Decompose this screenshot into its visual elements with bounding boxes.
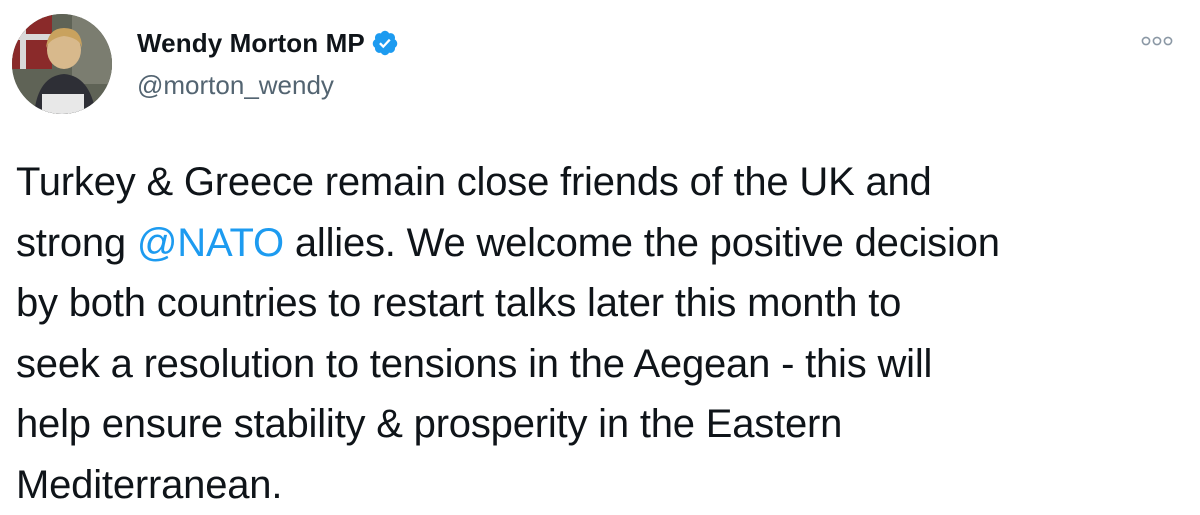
- ellipsis-icon: [1141, 36, 1173, 46]
- tweet-card: Wendy Morton MP @morton_wendy Turkey & G…: [0, 0, 1200, 515]
- mention-link-nato[interactable]: @NATO: [137, 221, 284, 265]
- text-segment: allies. We welcome the positive decision: [283, 220, 1000, 265]
- tweet-text-line: Mediterranean.: [16, 455, 1186, 515]
- tweet-text-line: by both countries to restart talks later…: [16, 273, 1186, 334]
- text-segment: Turkey & Greece remain close friends of …: [16, 160, 932, 204]
- author-name-row: Wendy Morton MP: [137, 26, 399, 60]
- text-segment: by both countries to restart talks later…: [16, 281, 902, 325]
- author-avatar[interactable]: [12, 14, 112, 114]
- tweet-text-line: strong @NATO allies. We welcome the posi…: [16, 213, 1186, 274]
- avatar-photo-icon: [12, 14, 112, 114]
- more-options-button[interactable]: [1140, 30, 1174, 52]
- tweet-text: Turkey & Greece remain close friends of …: [16, 152, 1186, 515]
- tweet-text-line: Turkey & Greece remain close friends of …: [16, 152, 1186, 213]
- text-segment: Mediterranean.: [16, 462, 283, 507]
- text-segment: seek a resolution to tensions in the Aeg…: [16, 341, 933, 386]
- text-segment: strong: [16, 220, 137, 265]
- author-display-name[interactable]: Wendy Morton MP: [137, 28, 365, 59]
- tweet-text-line: seek a resolution to tensions in the Aeg…: [16, 334, 1186, 395]
- author-handle[interactable]: @morton_wendy: [137, 70, 334, 101]
- tweet-text-line: help ensure stability & prosperity in th…: [16, 394, 1186, 455]
- text-segment: help ensure stability & prosperity in th…: [16, 402, 843, 446]
- verified-badge-icon: [371, 29, 399, 57]
